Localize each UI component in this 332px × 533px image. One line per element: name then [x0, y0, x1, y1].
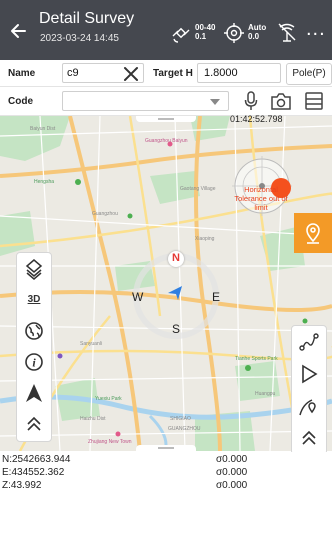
- satellite-pdop: 0.1: [195, 32, 207, 41]
- easting-precision: σ0.000: [216, 467, 248, 478]
- map-label: Gaotang Village: [180, 186, 216, 192]
- map-label: SHIGIAO: [170, 416, 191, 422]
- info-icon: i: [25, 352, 43, 371]
- compass-south-label: S: [172, 322, 181, 336]
- fix-status[interactable]: Auto 0.0: [223, 22, 279, 44]
- elevation-value: Z:43.992: [2, 480, 42, 491]
- info-button[interactable]: i: [17, 346, 51, 377]
- map-label: Guangzhou Baiyun: [145, 138, 188, 144]
- north-arrow-icon: [26, 383, 42, 402]
- layers-button[interactable]: [17, 253, 51, 284]
- map-label: Zhujiang New Town: [88, 439, 132, 445]
- north-up-button[interactable]: [17, 377, 51, 408]
- satellite-count: 00-40: [195, 23, 216, 32]
- line-stakeout-button[interactable]: [292, 390, 326, 421]
- attribute-form-icon[interactable]: [304, 91, 324, 111]
- code-select[interactable]: [62, 91, 229, 111]
- line-pin-icon: [299, 398, 316, 415]
- view-3d-button[interactable]: 3D: [17, 284, 51, 315]
- compass-west-label: W: [132, 290, 144, 304]
- top-drawer-handle[interactable]: [136, 116, 196, 122]
- route-icon: [299, 332, 319, 351]
- code-label: Code: [8, 96, 33, 107]
- target-height-input[interactable]: [197, 63, 281, 83]
- microphone-icon[interactable]: [244, 91, 258, 111]
- compass-north-label: N: [172, 252, 180, 264]
- camera-icon[interactable]: [270, 91, 292, 111]
- chevron-double-up-icon: [27, 416, 41, 431]
- fix-mode: Auto: [248, 23, 267, 32]
- antenna-off-icon[interactable]: [276, 21, 298, 43]
- name-label: Name: [8, 68, 36, 79]
- bottom-drawer-handle[interactable]: [136, 445, 196, 451]
- chevron-down-icon: [210, 99, 220, 105]
- layers-icon: [25, 258, 43, 280]
- satellite-icon: [172, 27, 190, 43]
- epoch-time: 01:42:52.798: [230, 114, 283, 124]
- pole-button[interactable]: Pole(P): [286, 63, 332, 85]
- code-row: Code: [0, 87, 332, 116]
- compass-east-label: E: [212, 290, 221, 304]
- map-label: Tianhe Sports Park: [235, 356, 278, 362]
- map-label: Sanyuanli: [80, 341, 102, 347]
- elevation-precision: σ0.000: [216, 480, 248, 491]
- map-label: Xiaoping: [195, 236, 215, 242]
- map-pin-icon: [306, 223, 320, 244]
- map-label: GUANGZHOU: [168, 426, 201, 432]
- app-header: Detail Survey 2023-03-24 14:45 00-40 0.1…: [0, 0, 332, 60]
- page-subtitle-datetime: 2023-03-24 14:45: [40, 33, 119, 44]
- view-3d-label: 3D: [27, 294, 41, 305]
- more-menu-button[interactable]: ...: [306, 18, 326, 41]
- stake-point-button[interactable]: [294, 213, 332, 253]
- compass-north-badge: N: [168, 251, 184, 267]
- easting-value: E:434552.362: [2, 467, 65, 478]
- crosshair-icon: [224, 23, 244, 43]
- coordinates-panel: N:2542663.944 E:434552.362 Z:43.992 σ0.0…: [0, 452, 332, 533]
- map-label: Guangzhou: [92, 211, 118, 217]
- northing-value: N:2542663.944: [2, 454, 71, 465]
- satellite-status[interactable]: 00-40 0.1: [170, 22, 230, 44]
- fix-value: 0.0: [248, 32, 260, 41]
- map-left-toolbar: 3D i: [16, 252, 52, 442]
- back-arrow-icon[interactable]: [8, 21, 28, 41]
- globe-icon: [25, 321, 43, 340]
- clear-icon[interactable]: [122, 65, 140, 83]
- target-h-label: Target H: [153, 68, 193, 79]
- northing-precision: σ0.000: [216, 454, 248, 465]
- map-label: Baiyun Dist: [30, 126, 56, 132]
- map-label: Hengsha: [34, 179, 55, 185]
- chevron-double-up-icon: [302, 430, 316, 445]
- right-toolbar-collapse-button[interactable]: [292, 422, 326, 453]
- tolerance-warning: Horizontal Tolerance out of limit: [234, 185, 288, 212]
- page-title: Detail Survey: [39, 10, 135, 27]
- stakeout-navigate-button[interactable]: [292, 358, 326, 389]
- play-triangle-icon: [302, 364, 318, 383]
- map-label: Haizhu Dist: [80, 416, 106, 422]
- point-info-row: Name Target H Pole(P): [0, 60, 332, 87]
- map-right-toolbar: [291, 325, 327, 455]
- route-button[interactable]: [292, 326, 326, 357]
- svg-text:i: i: [32, 355, 36, 369]
- map-label: Huangpu: [255, 391, 276, 397]
- globe-button[interactable]: [17, 315, 51, 346]
- map-label: Yuexiu Park: [95, 396, 122, 402]
- left-toolbar-collapse-button[interactable]: [17, 408, 51, 439]
